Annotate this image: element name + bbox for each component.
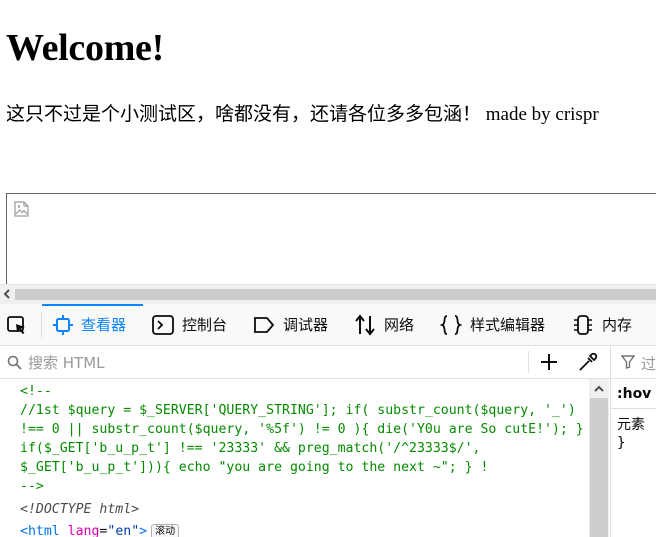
- markup-line-doctype[interactable]: <!DOCTYPE html>: [20, 500, 139, 519]
- markup-view: <!-- //1st $query = $_SERVER['QUERY_STRI…: [0, 379, 589, 537]
- tab-network[interactable]: 网络: [354, 304, 414, 345]
- tab-inspector-label: 查看器: [81, 316, 127, 334]
- html-tag-open: <html: [20, 524, 60, 537]
- add-node-icon[interactable]: [540, 353, 558, 371]
- rules-divider: [611, 408, 656, 409]
- markup-line-comment[interactable]: $_GET['b_u_p_t'])){ echo "you are going …: [20, 458, 488, 477]
- embedded-frame: [6, 193, 656, 284]
- element-picker-button[interactable]: [5, 304, 37, 345]
- devtools-panel: 查看器 控制台 调试器 网络 样式编辑器 内存 搜索 HTML <!-- //1…: [0, 304, 656, 537]
- tab-debugger-label: 调试器: [283, 316, 329, 334]
- hover-pseudo-toggle[interactable]: :hov: [617, 386, 651, 402]
- page-intro-text: 这只不过是个小测试区，啥都没有，还请各位多多包涵！ made by crispr: [6, 104, 599, 125]
- page-viewport: Welcome! 这只不过是个小测试区，啥都没有，还请各位多多包涵！ made …: [0, 0, 656, 284]
- html-attr-name: lang: [67, 524, 100, 537]
- tab-inspector[interactable]: 查看器: [53, 304, 126, 345]
- rules-filter-placeholder: 过: [641, 355, 656, 373]
- element-rule-close-brace: }: [617, 435, 626, 451]
- broken-image-icon: [14, 201, 29, 217]
- toolbar-separator: [41, 312, 42, 338]
- html-search-bar: [0, 346, 610, 379]
- horizontal-scroll-thumb[interactable]: [15, 289, 656, 300]
- vertical-scroll-thumb[interactable]: [590, 398, 608, 537]
- markup-line-comment[interactable]: !== 0 || substr_count($query, '%5f') != …: [20, 420, 584, 439]
- markup-line-comment[interactable]: //1st $query = $_SERVER['QUERY_STRING'];…: [20, 401, 576, 420]
- html-search-input[interactable]: [26, 352, 520, 374]
- page-horizontal-scrollbar[interactable]: [0, 284, 656, 304]
- tab-network-label: 网络: [384, 316, 415, 334]
- network-icon: [355, 313, 375, 336]
- markup-vertical-scrollbar[interactable]: [589, 379, 609, 537]
- console-icon: [152, 314, 174, 335]
- scroll-badge[interactable]: 滚动: [151, 524, 180, 537]
- style-editor-icon: [440, 314, 462, 335]
- inspector-icon: [53, 314, 73, 335]
- scroll-left-arrow-icon[interactable]: [1, 288, 13, 300]
- markup-line-comment-close[interactable]: -->: [20, 477, 44, 496]
- rules-sidebar: 过 :hov 元素 }: [610, 346, 656, 537]
- search-separator: [528, 351, 529, 373]
- scroll-up-arrow-icon[interactable]: [593, 383, 605, 395]
- debugger-icon: [254, 316, 275, 333]
- html-tag-close: >: [139, 524, 148, 537]
- html-attr-value: "en": [107, 524, 140, 537]
- element-rule-label: 元素: [617, 417, 645, 433]
- tab-style-editor-label: 样式编辑器: [470, 316, 546, 334]
- markup-line-comment-open[interactable]: <!--: [20, 382, 52, 401]
- devtools-toolbar: 查看器 控制台 调试器 网络 样式编辑器 内存: [0, 304, 656, 346]
- tab-memory-label: 内存: [602, 316, 633, 334]
- markup-line-comment[interactable]: if($_GET['b_u_p_t'] !== '23333' && preg_…: [20, 439, 481, 458]
- memory-icon: [574, 314, 592, 335]
- element-picker-icon: [7, 315, 25, 334]
- page-heading: Welcome!: [6, 27, 164, 69]
- tab-style-editor[interactable]: 样式编辑器: [440, 304, 545, 345]
- tab-memory[interactable]: 内存: [572, 304, 632, 345]
- search-icon: [7, 355, 22, 370]
- tab-console-label: 控制台: [182, 316, 228, 334]
- eyedropper-icon[interactable]: [578, 352, 598, 372]
- filter-icon: [621, 355, 635, 369]
- markup-line-html-node[interactable]: <html lang="en"> 滚动: [20, 522, 180, 537]
- rules-filter-bar[interactable]: 过: [611, 346, 656, 379]
- tab-debugger[interactable]: 调试器: [253, 304, 328, 345]
- tab-console[interactable]: 控制台: [152, 304, 227, 345]
